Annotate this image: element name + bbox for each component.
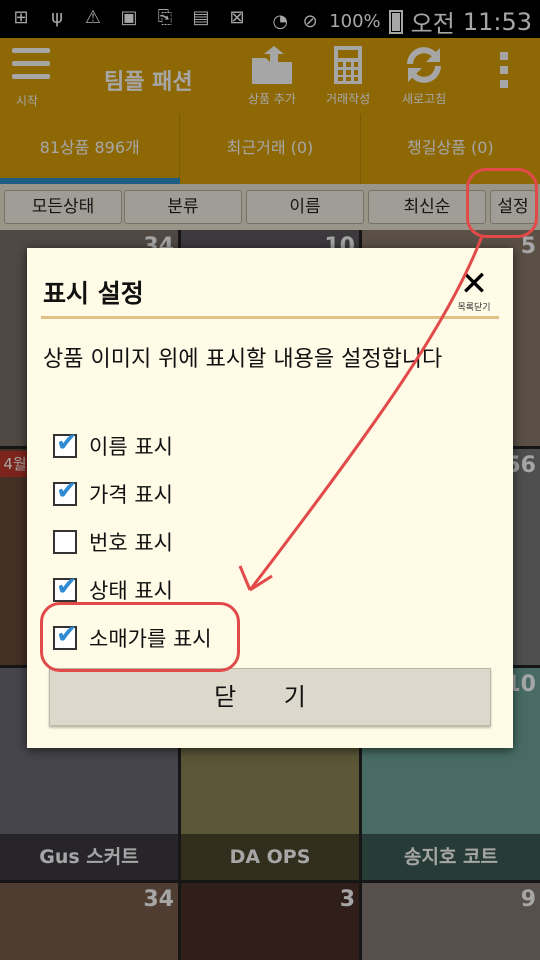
annotation-arrow [238, 235, 484, 592]
